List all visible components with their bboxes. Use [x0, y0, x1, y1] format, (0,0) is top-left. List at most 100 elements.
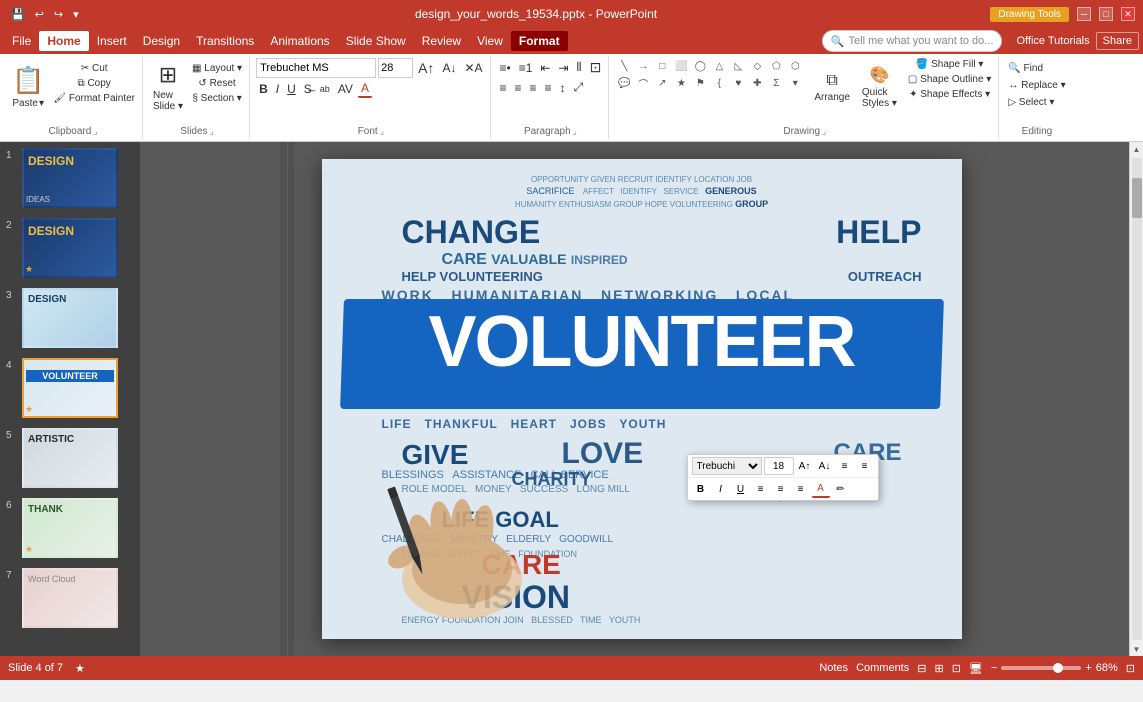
- mini-align[interactable]: ≡: [856, 457, 874, 475]
- right-triangle-shape[interactable]: ◺: [729, 58, 747, 74]
- notes-button[interactable]: Notes: [819, 662, 848, 674]
- pentagon-shape[interactable]: ⬠: [767, 58, 785, 74]
- select-button[interactable]: ▷ Select ▾: [1005, 96, 1057, 109]
- star-shape[interactable]: ★: [672, 75, 690, 91]
- slide-thumb-3[interactable]: 3 DESIGN: [4, 286, 136, 350]
- font-color-button[interactable]: A: [358, 80, 372, 98]
- customize-button[interactable]: ▾: [70, 7, 82, 22]
- triangle-shape[interactable]: △: [710, 58, 728, 74]
- justify-button[interactable]: ≡: [542, 80, 555, 96]
- menu-view[interactable]: View: [469, 31, 511, 51]
- section-button[interactable]: § Section ▾: [189, 92, 245, 105]
- copy-button[interactable]: ⧉ Copy: [50, 77, 138, 90]
- rounded-rect-shape[interactable]: ⬜: [672, 58, 690, 74]
- comments-button[interactable]: Comments: [856, 662, 909, 674]
- underline-button[interactable]: U: [284, 81, 299, 97]
- slide-thumb-4[interactable]: 4 VOLUNTEER ★: [4, 356, 136, 420]
- drawing-expand[interactable]: ⌟: [822, 126, 826, 137]
- decrease-font-button[interactable]: A↓: [439, 60, 459, 76]
- oval-shape[interactable]: ◯: [691, 58, 709, 74]
- cut-button[interactable]: ✂ Cut: [50, 62, 138, 75]
- menu-animations[interactable]: Animations: [262, 31, 337, 51]
- menu-home[interactable]: Home: [39, 31, 88, 51]
- line-spacing-button[interactable]: ↕: [557, 80, 569, 96]
- paste-button[interactable]: 📋 Paste ▾: [8, 58, 48, 116]
- clear-format-button[interactable]: ✕A: [461, 60, 485, 76]
- heart-shape[interactable]: ♥: [729, 75, 747, 91]
- mini-list[interactable]: ≡: [836, 457, 854, 475]
- slide-thumb-1[interactable]: 1 DESIGN IDEAS: [4, 146, 136, 210]
- callout-shape[interactable]: 💬: [615, 75, 633, 91]
- arc-shape[interactable]: ⌒: [634, 75, 652, 91]
- numbering-button[interactable]: ≡1: [516, 60, 536, 76]
- scroll-up-button[interactable]: ▲: [1130, 142, 1143, 156]
- mini-increase-font[interactable]: A↑: [796, 457, 814, 475]
- banner-shape[interactable]: ⚑: [691, 75, 709, 91]
- redo-button[interactable]: ↪: [51, 7, 66, 22]
- bold-button[interactable]: B: [256, 81, 271, 97]
- cross-shape[interactable]: ✚: [748, 75, 766, 91]
- menu-file[interactable]: File: [4, 31, 39, 51]
- undo-button[interactable]: ↩: [32, 7, 47, 22]
- layout-button[interactable]: ▦ Layout ▾: [189, 62, 245, 75]
- font-expand[interactable]: ⌟: [380, 126, 384, 137]
- reset-button[interactable]: ↺ Reset: [189, 77, 245, 90]
- text-direction-button[interactable]: ⤢: [571, 79, 587, 96]
- diamond-shape[interactable]: ◇: [748, 58, 766, 74]
- clipboard-expand[interactable]: ⌟: [93, 126, 97, 137]
- zoom-slider[interactable]: [1001, 666, 1081, 670]
- align-center-button[interactable]: ≡: [512, 80, 525, 96]
- scroll-thumb[interactable]: [1132, 178, 1142, 218]
- mini-align3[interactable]: ≡: [772, 480, 790, 498]
- find-button[interactable]: 🔍 Find: [1005, 62, 1046, 75]
- font-size-input[interactable]: [378, 58, 413, 78]
- normal-view-button[interactable]: ⊟: [917, 662, 926, 675]
- shadow-button[interactable]: ab: [317, 83, 333, 95]
- smart-art-button[interactable]: ⊡: [587, 58, 605, 77]
- save-button[interactable]: 💾: [8, 7, 28, 22]
- char-spacing-button[interactable]: AV: [335, 81, 356, 97]
- strikethrough-button[interactable]: S̶: [301, 81, 315, 97]
- more-shapes[interactable]: ▾: [786, 75, 804, 91]
- new-slide-button[interactable]: ⊞ New Slide ▾: [149, 58, 187, 116]
- format-painter-button[interactable]: 🖌 Format Painter: [50, 92, 138, 105]
- menu-transitions[interactable]: Transitions: [188, 31, 262, 51]
- minimize-button[interactable]: ─: [1077, 7, 1091, 21]
- rect-shape[interactable]: □: [653, 58, 671, 74]
- columns-button[interactable]: ⫴: [574, 59, 585, 76]
- bullets-button[interactable]: ≡•: [497, 60, 514, 76]
- increase-indent-button[interactable]: ⇥: [555, 60, 571, 76]
- shape-outline-button[interactable]: ▢ Shape Outline ▾: [905, 73, 994, 86]
- mini-align4[interactable]: ≡: [792, 480, 810, 498]
- slides-expand[interactable]: ⌟: [210, 126, 214, 137]
- curved-arrow[interactable]: ↗: [653, 75, 671, 91]
- menu-insert[interactable]: Insert: [89, 31, 135, 51]
- replace-button[interactable]: ↔ Replace ▾: [1005, 79, 1068, 92]
- line-shape[interactable]: ╲: [615, 58, 633, 74]
- menu-format[interactable]: Format: [511, 31, 568, 51]
- tell-me-input[interactable]: 🔍 Tell me what you want to do...: [822, 30, 1003, 52]
- zoom-in-button[interactable]: +: [1085, 662, 1091, 674]
- restore-button[interactable]: □: [1099, 7, 1113, 21]
- menu-review[interactable]: Review: [414, 31, 469, 51]
- scroll-down-button[interactable]: ▼: [1130, 642, 1143, 656]
- slide-sorter-button[interactable]: ⊞: [934, 662, 943, 675]
- slide-thumb-5[interactable]: 5 ARTISTIC: [4, 426, 136, 490]
- reading-view-button[interactable]: ⊡: [952, 662, 961, 675]
- slide-thumb-7[interactable]: 7 Word Cloud: [4, 566, 136, 630]
- mini-decrease-font[interactable]: A↓: [816, 457, 834, 475]
- zoom-out-button[interactable]: −: [991, 662, 997, 674]
- decrease-indent-button[interactable]: ⇤: [537, 60, 553, 76]
- italic-button[interactable]: I: [273, 81, 282, 97]
- mini-underline[interactable]: U: [732, 480, 750, 498]
- hex-shape[interactable]: ⬡: [786, 58, 804, 74]
- arrange-button[interactable]: ⧉ Arrange: [810, 58, 854, 116]
- paragraph-expand[interactable]: ⌟: [573, 126, 577, 137]
- close-button[interactable]: ✕: [1121, 7, 1135, 21]
- shape-effects-button[interactable]: ✦ Shape Effects ▾: [905, 88, 994, 101]
- menu-design[interactable]: Design: [135, 31, 188, 51]
- arrow-shape[interactable]: →: [634, 58, 652, 74]
- right-scrollbar[interactable]: ▲ ▼: [1129, 142, 1143, 656]
- mini-font-select[interactable]: Trebuchi: [692, 457, 762, 475]
- shape-fill-button[interactable]: 🪣 Shape Fill ▾: [905, 58, 994, 71]
